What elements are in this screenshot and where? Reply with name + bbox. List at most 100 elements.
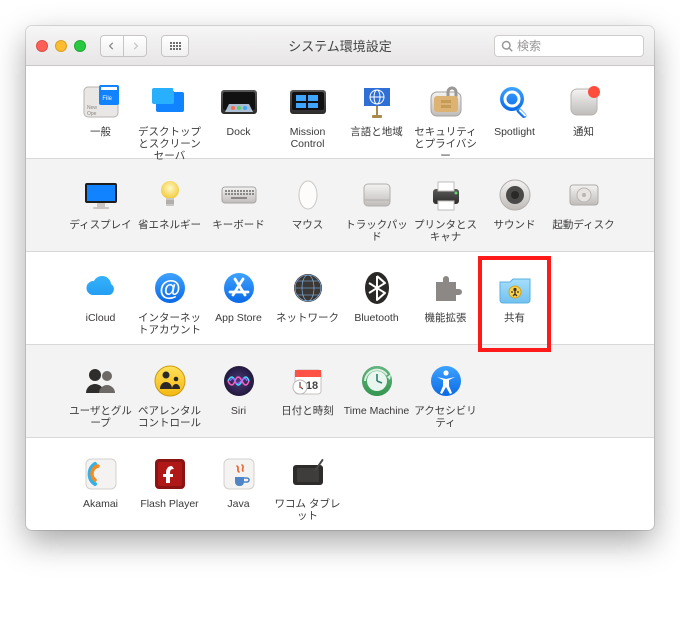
pref-sharing[interactable]: 共有 (480, 266, 549, 338)
appstore-icon (217, 266, 261, 310)
pref-label: Java (227, 498, 249, 524)
pref-flash[interactable]: Flash Player (135, 452, 204, 524)
pref-label: Flash Player (140, 498, 198, 524)
svg-text:Ope: Ope (87, 111, 97, 117)
pref-label: トラックパッド (342, 219, 411, 245)
pref-label: 通知 (573, 126, 594, 152)
icloud-icon (79, 266, 123, 310)
extensions-icon (424, 266, 468, 310)
pref-spotlight[interactable]: Spotlight (480, 80, 549, 152)
startup-icon (562, 173, 606, 217)
pref-notifications[interactable]: 通知 (549, 80, 618, 152)
pref-label: Akamai (83, 498, 118, 524)
pref-desktop[interactable]: デスクトップとスクリーンセーバ (135, 80, 204, 152)
pref-label: セキュリティとプライバシー (411, 126, 480, 152)
pref-timemachine[interactable]: Time Machine (342, 359, 411, 431)
pref-printers[interactable]: プリンタとスキャナ (411, 173, 480, 245)
pref-label: サウンド (494, 219, 536, 245)
pref-parental[interactable]: ペアレンタルコントロール (135, 359, 204, 431)
pref-section-2: iCloud@インターネットアカウントApp StoreネットワークBlueto… (26, 252, 654, 345)
pref-security[interactable]: セキュリティとプライバシー (411, 80, 480, 152)
zoom-button[interactable] (74, 40, 86, 52)
energy-icon (148, 173, 192, 217)
sound-icon (493, 173, 537, 217)
pref-internet[interactable]: @インターネットアカウント (135, 266, 204, 338)
close-button[interactable] (36, 40, 48, 52)
keyboard-icon (217, 173, 261, 217)
pref-siri[interactable]: Siri (204, 359, 273, 431)
general-icon: FileNewOpe (79, 80, 123, 124)
pref-label: 共有 (504, 312, 525, 338)
pref-mouse[interactable]: マウス (273, 173, 342, 245)
spotlight-icon (493, 80, 537, 124)
desktop-icon (148, 80, 192, 124)
pref-label: 言語と地域 (350, 126, 403, 152)
pref-energy[interactable]: 省エネルギー (135, 173, 204, 245)
nav-back-forward (100, 35, 147, 57)
pref-network[interactable]: ネットワーク (273, 266, 342, 338)
pref-label: 機能拡張 (425, 312, 467, 338)
pref-label: プリンタとスキャナ (411, 219, 480, 245)
pref-startup[interactable]: 起動ディスク (549, 173, 618, 245)
pref-label: Siri (231, 405, 246, 431)
search-field[interactable]: 検索 (494, 35, 644, 57)
users-icon (79, 359, 123, 403)
traffic-lights (36, 40, 86, 52)
pref-label: App Store (215, 312, 262, 338)
pref-label: ディスプレイ (69, 219, 131, 245)
pref-sound[interactable]: サウンド (480, 173, 549, 245)
pref-icloud[interactable]: iCloud (66, 266, 135, 338)
search-placeholder: 検索 (517, 37, 541, 54)
network-icon (286, 266, 330, 310)
pref-section-3: ユーザとグループペアレンタルコントロール Siri 18 日付と時刻 Time Mach… (26, 345, 654, 438)
pref-accessibility[interactable]: アクセシビリティ (411, 359, 480, 431)
pref-label: ユーザとグループ (66, 405, 135, 431)
pref-label: Spotlight (494, 126, 535, 152)
minimize-button[interactable] (55, 40, 67, 52)
pref-label: 省エネルギー (138, 219, 201, 245)
flash-icon (148, 452, 192, 496)
pref-extensions[interactable]: 機能拡張 (411, 266, 480, 338)
akamai-icon (79, 452, 123, 496)
pref-wacom[interactable]: ワコム タブレット (273, 452, 342, 524)
mouse-icon (286, 173, 330, 217)
pref-datetime[interactable]: 18 日付と時刻 (273, 359, 342, 431)
pref-label: インターネットアカウント (135, 312, 204, 338)
dock-icon (217, 80, 261, 124)
datetime-icon: 18 (286, 359, 330, 403)
pref-label: Mission Control (273, 126, 342, 152)
pref-bluetooth[interactable]: Bluetooth (342, 266, 411, 338)
pref-label: 日付と時刻 (281, 405, 334, 431)
pref-section-0: FileNewOpe一般デスクトップとスクリーンセーバ Dock Mission C… (26, 66, 654, 159)
security-icon (424, 80, 468, 124)
internet-icon: @ (148, 266, 192, 310)
svg-text:18: 18 (305, 380, 317, 392)
pref-users[interactable]: ユーザとグループ (66, 359, 135, 431)
show-all-button[interactable] (161, 35, 189, 57)
svg-text:File: File (102, 96, 112, 102)
pref-trackpad[interactable]: トラックパッド (342, 173, 411, 245)
pref-java[interactable]: Java (204, 452, 273, 524)
pref-label: Dock (227, 126, 251, 152)
forward-button[interactable] (123, 35, 147, 57)
pref-displays[interactable]: ディスプレイ (66, 173, 135, 245)
mission-icon (286, 80, 330, 124)
pref-label: 一般 (90, 126, 111, 152)
bluetooth-icon (355, 266, 399, 310)
pref-keyboard[interactable]: キーボード (204, 173, 273, 245)
printers-icon (424, 173, 468, 217)
timemachine-icon (355, 359, 399, 403)
pref-language[interactable]: 言語と地域 (342, 80, 411, 152)
pref-appstore[interactable]: App Store (204, 266, 273, 338)
pref-label: Time Machine (344, 405, 410, 431)
titlebar: システム環境設定 検索 (26, 26, 654, 66)
pref-general[interactable]: FileNewOpe一般 (66, 80, 135, 152)
pref-akamai[interactable]: Akamai (66, 452, 135, 524)
pref-label: 起動ディスク (552, 219, 614, 245)
pref-label: アクセシビリティ (411, 405, 480, 431)
pref-dock[interactable]: Dock (204, 80, 273, 152)
sharing-icon (493, 266, 537, 310)
back-button[interactable] (100, 35, 124, 57)
pref-mission[interactable]: Mission Control (273, 80, 342, 152)
wacom-icon (286, 452, 330, 496)
